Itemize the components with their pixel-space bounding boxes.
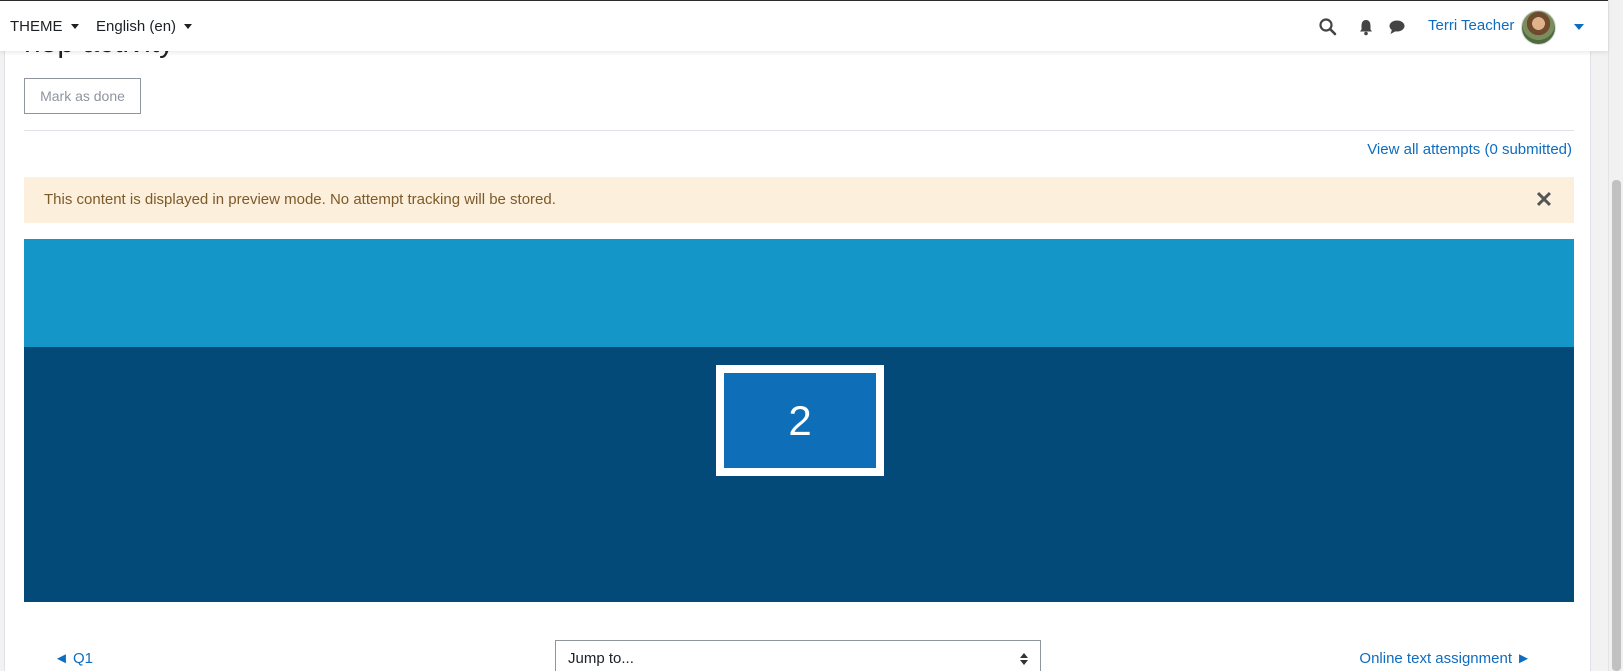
jump-to-label: Jump to... [568,650,634,667]
user-menu-name[interactable]: Terri Teacher [1428,17,1514,34]
h5p-card-number: 2 [724,373,876,468]
select-arrows-icon [1020,653,1028,665]
preview-mode-alert: This content is displayed in preview mod… [24,177,1574,223]
previous-activity-link[interactable]: ◄ Q1 [54,650,93,667]
chevron-down-icon [70,24,79,29]
main-content: h5p activity Mark as done View all attem… [4,0,1591,671]
language-menu-label: English (en) [96,18,177,35]
scrollbar-thumb[interactable] [1612,180,1621,671]
view-all-attempts-link[interactable]: View all attempts (0 submitted) [1367,141,1572,158]
user-menu-chevron-down-icon[interactable] [1574,24,1584,30]
next-activity-link[interactable]: Online text assignment ► [1359,650,1531,667]
divider [24,130,1574,131]
top-navbar: THEME English (en) Terri Teacher [0,0,1608,51]
search-icon[interactable] [1318,17,1338,37]
close-icon[interactable]: ✕ [1532,177,1556,223]
h5p-card[interactable]: 2 [716,365,884,476]
bell-icon[interactable] [1356,17,1376,37]
jump-to-select[interactable]: Jump to... [555,640,1041,671]
chevron-down-icon [184,24,193,29]
theme-menu-label: THEME [10,18,63,35]
language-menu[interactable]: English (en) [96,18,193,35]
avatar[interactable] [1521,10,1556,45]
theme-menu[interactable]: THEME [10,18,79,35]
mark-as-done-button[interactable]: Mark as done [24,78,141,114]
scrollbar[interactable] [1608,0,1623,671]
chat-icon[interactable] [1387,17,1407,37]
alert-message: This content is displayed in preview mod… [44,191,556,208]
h5p-content: 2 [24,239,1574,602]
h5p-header-band [24,239,1574,347]
